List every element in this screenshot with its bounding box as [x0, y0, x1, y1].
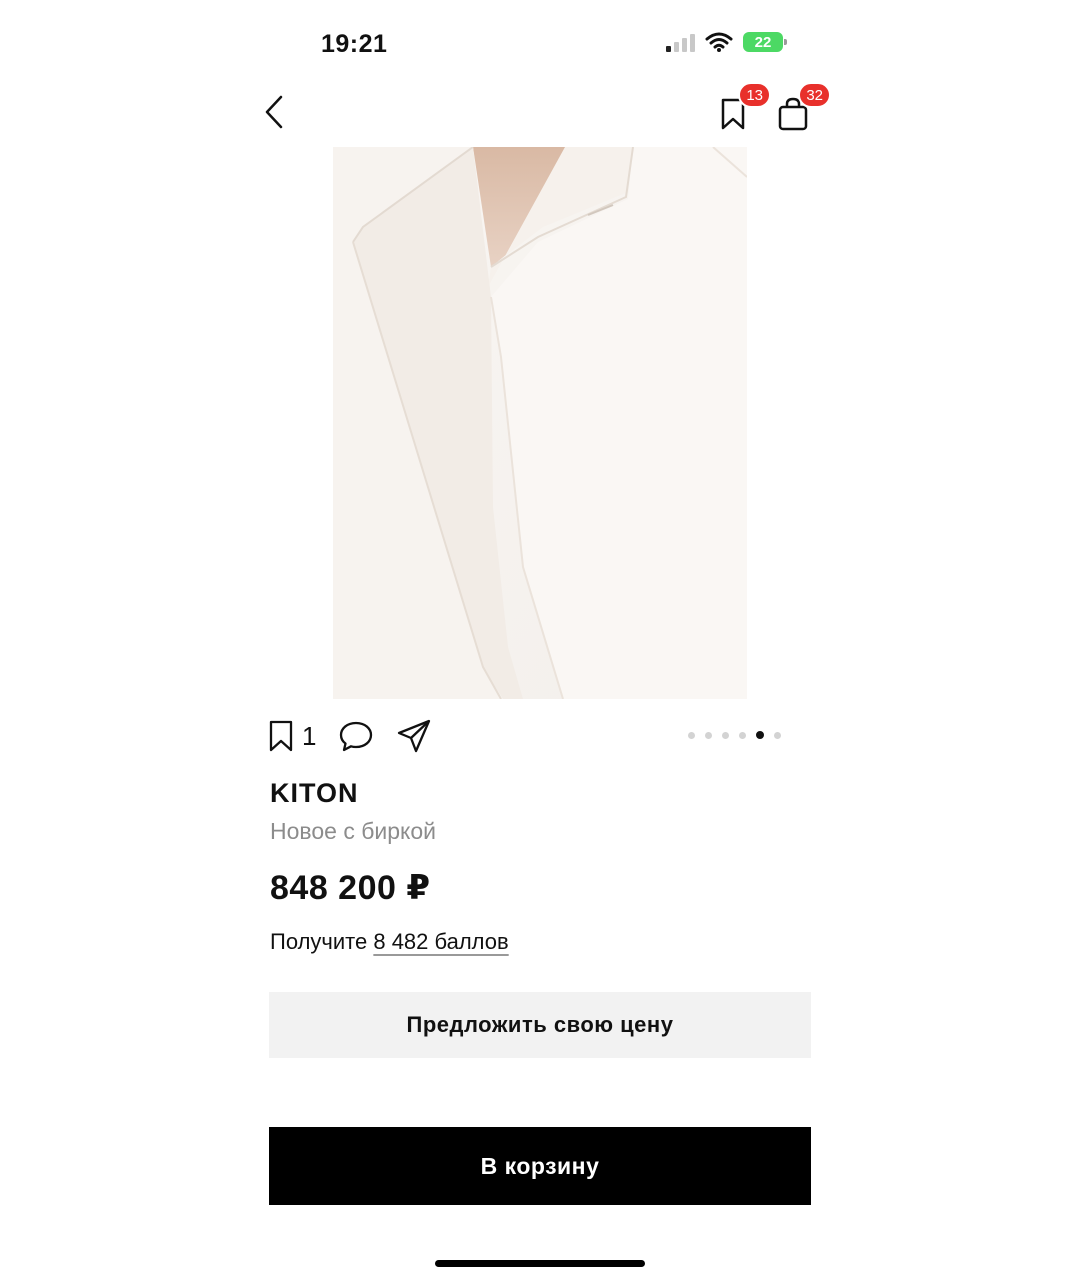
- status-time: 19:21: [321, 30, 388, 58]
- product-price: 848 200 ₽: [270, 869, 431, 907]
- share-icon: [398, 719, 431, 753]
- bookmark-icon: [269, 720, 293, 752]
- comment-icon: [340, 721, 373, 752]
- bonus-points-link[interactable]: 8 482 баллов: [373, 929, 508, 954]
- battery-icon: 22: [743, 32, 787, 52]
- gallery-dot[interactable]: [739, 731, 746, 739]
- product-photo[interactable]: [333, 147, 747, 699]
- gallery-dot[interactable]: [774, 731, 781, 739]
- home-indicator: [435, 1260, 645, 1267]
- favorites-badge: 13: [738, 82, 771, 108]
- bonus-prefix: Получите: [270, 929, 368, 954]
- gallery-dot[interactable]: [705, 731, 712, 739]
- product-condition: Новое с биркой: [270, 818, 436, 844]
- product-actions: 1: [268, 714, 432, 758]
- offer-price-button[interactable]: Предложить свою цену: [269, 992, 811, 1058]
- battery-level: 22: [754, 33, 772, 51]
- back-icon: [265, 95, 283, 129]
- add-to-cart-button[interactable]: В корзину: [269, 1127, 811, 1205]
- cart-badge: 32: [798, 82, 831, 108]
- favorites-button[interactable]: 13: [711, 82, 771, 136]
- gallery-dot[interactable]: [688, 731, 695, 739]
- cart-nav-button[interactable]: 32: [771, 82, 831, 136]
- share-button[interactable]: [396, 718, 432, 754]
- wifi-icon: [705, 32, 733, 52]
- gallery-pagination: [688, 731, 781, 739]
- status-indicators: 22: [666, 32, 787, 52]
- bonus-info: Получите 8 482 баллов: [270, 929, 509, 955]
- gallery-dot[interactable]: [756, 731, 764, 739]
- signal-icon: [666, 32, 695, 52]
- back-button[interactable]: [258, 92, 290, 132]
- gallery-dot[interactable]: [722, 731, 729, 739]
- like-count: 1: [302, 720, 317, 751]
- comment-button[interactable]: [338, 719, 374, 753]
- like-button[interactable]: 1: [268, 719, 338, 753]
- product-brand[interactable]: KITON: [270, 778, 359, 809]
